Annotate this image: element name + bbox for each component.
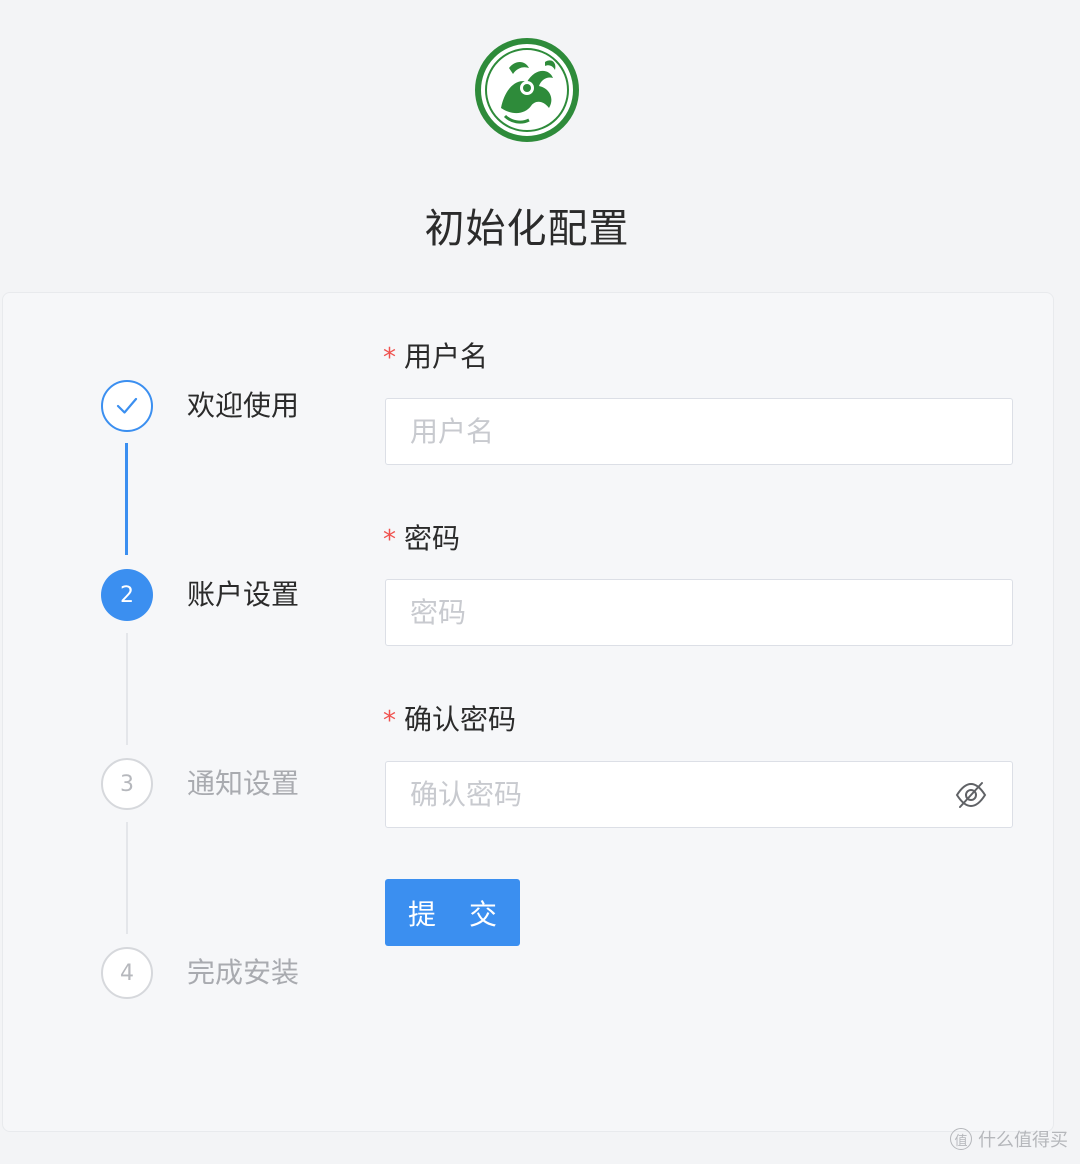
- eye-off-icon[interactable]: [954, 778, 988, 812]
- step-4-number: 4: [120, 960, 134, 986]
- password-label-text: 密码: [404, 522, 461, 555]
- step-connector-1: [125, 443, 128, 555]
- step-2-label: 账户设置: [187, 578, 300, 611]
- check-icon: [116, 397, 138, 414]
- password-input[interactable]: [410, 596, 988, 629]
- confirm-password-field[interactable]: [385, 761, 1013, 828]
- watermark-text: 什么值得买: [978, 1130, 1068, 1151]
- password-field[interactable]: [385, 579, 1013, 646]
- password-label: * 密码: [383, 519, 460, 560]
- confirm-password-label: * 确认密码: [383, 700, 516, 741]
- step-3-number: 3: [120, 771, 134, 797]
- step-2-circle: 2: [101, 569, 153, 621]
- required-mark: *: [383, 706, 396, 736]
- required-mark: *: [383, 525, 396, 555]
- username-label: * 用户名: [383, 337, 488, 378]
- step-3-circle: 3: [101, 758, 153, 810]
- step-1-circle: [101, 380, 153, 432]
- confirm-password-label-text: 确认密码: [404, 703, 517, 736]
- step-2-number: 2: [120, 582, 134, 608]
- step-4-label: 完成安装: [187, 956, 300, 989]
- username-field[interactable]: [385, 398, 1013, 465]
- page-title: 初始化配置: [424, 206, 630, 252]
- username-label-text: 用户名: [404, 340, 489, 373]
- required-mark: *: [383, 343, 396, 373]
- step-1-label: 欢迎使用: [187, 389, 300, 422]
- step-3-label: 通知设置: [187, 767, 300, 800]
- confirm-password-input[interactable]: [410, 778, 954, 811]
- step-4-circle: 4: [101, 947, 153, 999]
- watermark: 值 什么值得买: [950, 1126, 1068, 1152]
- steps-sidebar: 欢迎使用 2 账户设置 3 通知设置 4 完成安装: [3, 293, 363, 1133]
- setup-page: 初始化配置 欢迎使用 2 账户设置 3 通知设置 4 完成安装 * 用户名 用户…: [0, 0, 1080, 1164]
- qilin-seal-logo: [475, 38, 579, 142]
- username-input[interactable]: [410, 415, 988, 448]
- submit-button[interactable]: 提 交: [385, 879, 520, 946]
- step-connector-2: [126, 633, 128, 745]
- setup-card: 欢迎使用 2 账户设置 3 通知设置 4 完成安装 * 用户名 用户名 * 密码…: [2, 292, 1054, 1132]
- step-connector-3: [126, 822, 128, 934]
- zhi-icon: 值: [950, 1128, 972, 1150]
